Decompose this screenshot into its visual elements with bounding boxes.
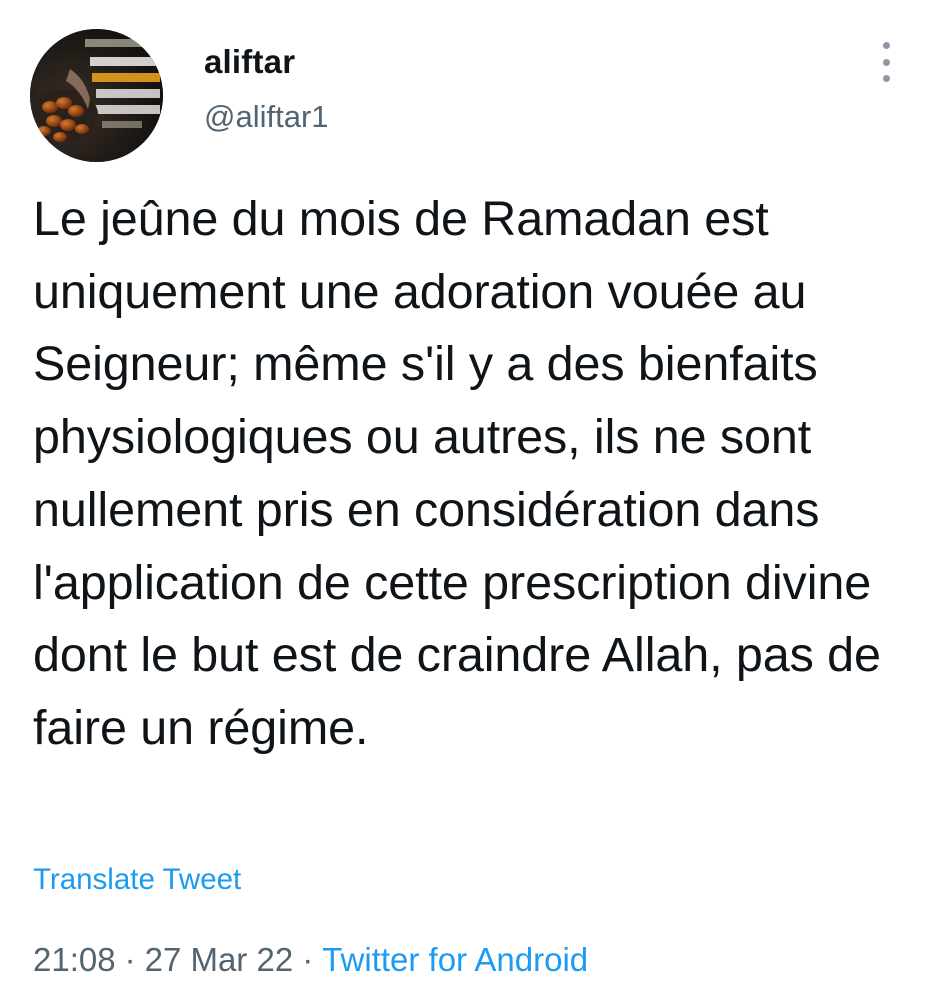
vertical-ellipsis-icon xyxy=(882,42,890,49)
tweet-source-link[interactable]: Twitter for Android xyxy=(322,941,588,978)
tweet-date[interactable]: 27 Mar 22 xyxy=(145,941,294,978)
more-options-button[interactable] xyxy=(878,42,894,82)
vertical-ellipsis-icon xyxy=(882,75,890,82)
author-display-name[interactable]: aliftar xyxy=(204,42,329,82)
author-handle[interactable]: @aliftar1 xyxy=(204,98,329,136)
translate-tweet-link[interactable]: Translate Tweet xyxy=(33,861,241,899)
tweet-text: Le jeûne du mois de Ramadan est uniqueme… xyxy=(33,192,881,755)
vertical-ellipsis-icon xyxy=(882,58,890,66)
author-avatar[interactable] xyxy=(30,29,163,162)
separator: · xyxy=(302,941,314,978)
tweet-time[interactable]: 21:08 xyxy=(33,941,116,978)
author-info[interactable]: aliftar @aliftar1 xyxy=(204,42,329,136)
avatar-image xyxy=(30,29,163,162)
tweet-metadata: 21:08 · 27 Mar 22 · Twitter for Android xyxy=(33,940,588,980)
tweet-card: aliftar @aliftar1 Le jeûne du mois de Ra… xyxy=(0,0,932,1000)
separator: · xyxy=(124,941,136,978)
